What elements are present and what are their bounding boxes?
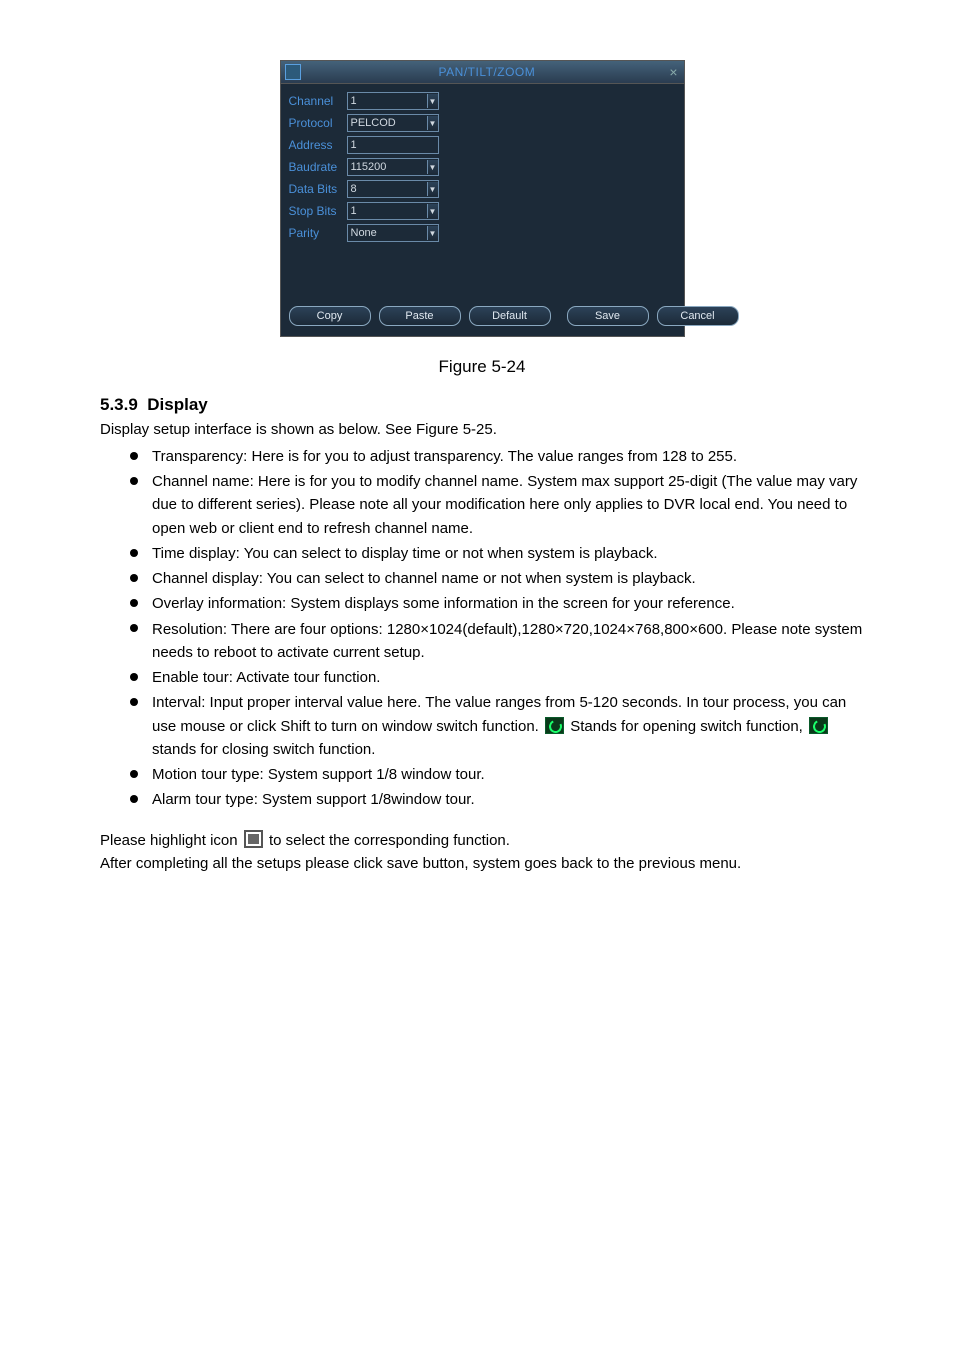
paste-button[interactable]: Paste bbox=[379, 306, 461, 326]
row-protocol: Protocol PELCOD ▼ bbox=[289, 114, 676, 132]
list-item: Channel display: You can select to chann… bbox=[130, 567, 864, 590]
bullet-list: Transparency: Here is for you to adjust … bbox=[100, 445, 864, 812]
protocol-value: PELCOD bbox=[351, 117, 396, 129]
section-title: Display bbox=[147, 395, 207, 414]
tail-para-1: Please highlight icon to select the corr… bbox=[100, 830, 864, 852]
list-item: Interval: Input proper interval value he… bbox=[130, 691, 864, 761]
list-item: Overlay information: System displays som… bbox=[130, 592, 864, 615]
list-item: Enable tour: Activate tour function. bbox=[130, 666, 864, 689]
save-button[interactable]: Save bbox=[567, 306, 649, 326]
tail-text: to select the corresponding function. bbox=[269, 832, 510, 849]
list-item: Alarm tour type: System support 1/8windo… bbox=[130, 788, 864, 811]
protocol-select[interactable]: PELCOD ▼ bbox=[347, 114, 439, 132]
checkbox-icon bbox=[244, 830, 263, 848]
row-channel: Channel 1 ▼ bbox=[289, 92, 676, 110]
dialog-button-row: Copy Paste Default Save Cancel bbox=[281, 300, 684, 336]
figure-caption: Figure 5-24 bbox=[100, 357, 864, 377]
chevron-down-icon: ▼ bbox=[427, 94, 438, 108]
intro-text: Display setup interface is shown as belo… bbox=[100, 419, 864, 441]
list-text: stands for closing switch function. bbox=[152, 741, 375, 758]
list-item: Time display: You can select to display … bbox=[130, 542, 864, 565]
section-number: 5.3.9 bbox=[100, 395, 138, 414]
chevron-down-icon: ▼ bbox=[427, 204, 438, 218]
databits-select[interactable]: 8 ▼ bbox=[347, 180, 439, 198]
list-item: Motion tour type: System support 1/8 win… bbox=[130, 763, 864, 786]
label-parity: Parity bbox=[289, 226, 347, 240]
baudrate-value: 115200 bbox=[351, 161, 387, 173]
stopbits-value: 1 bbox=[351, 205, 357, 217]
dialog-body: Channel 1 ▼ Protocol PELCOD ▼ Address bbox=[281, 84, 684, 300]
list-text: Stands for opening switch function, bbox=[570, 718, 807, 735]
chevron-down-icon: ▼ bbox=[427, 116, 438, 130]
parity-select[interactable]: None ▼ bbox=[347, 224, 439, 242]
parity-value: None bbox=[351, 227, 377, 239]
label-databits: Data Bits bbox=[289, 182, 347, 196]
label-stopbits: Stop Bits bbox=[289, 204, 347, 218]
row-parity: Parity None ▼ bbox=[289, 224, 676, 242]
channel-select[interactable]: 1 ▼ bbox=[347, 92, 439, 110]
chevron-down-icon: ▼ bbox=[427, 226, 438, 240]
stopbits-select[interactable]: 1 ▼ bbox=[347, 202, 439, 220]
tail-para-2: After completing all the setups please c… bbox=[100, 853, 864, 875]
address-input[interactable]: 1 bbox=[347, 136, 439, 154]
channel-value: 1 bbox=[351, 95, 357, 107]
label-protocol: Protocol bbox=[289, 116, 347, 130]
chevron-down-icon: ▼ bbox=[427, 182, 438, 196]
label-baudrate: Baudrate bbox=[289, 160, 347, 174]
switch-close-icon bbox=[809, 717, 828, 734]
copy-button[interactable]: Copy bbox=[289, 306, 371, 326]
dialog-titlebar: PAN/TILT/ZOOM × bbox=[281, 61, 684, 84]
row-baudrate: Baudrate 115200 ▼ bbox=[289, 158, 676, 176]
list-item: Channel name: Here is for you to modify … bbox=[130, 470, 864, 540]
dialog-title: PAN/TILT/ZOOM bbox=[307, 65, 668, 79]
label-channel: Channel bbox=[289, 94, 347, 108]
list-item: Resolution: There are four options: 1280… bbox=[130, 618, 864, 665]
row-databits: Data Bits 8 ▼ bbox=[289, 180, 676, 198]
section-heading: 5.3.9 Display bbox=[100, 395, 864, 415]
baudrate-select[interactable]: 115200 ▼ bbox=[347, 158, 439, 176]
label-address: Address bbox=[289, 138, 347, 152]
row-stopbits: Stop Bits 1 ▼ bbox=[289, 202, 676, 220]
address-value: 1 bbox=[351, 139, 357, 151]
tail-text: Please highlight icon bbox=[100, 832, 242, 849]
switch-open-icon bbox=[545, 717, 564, 734]
cancel-button[interactable]: Cancel bbox=[657, 306, 739, 326]
chevron-down-icon: ▼ bbox=[427, 160, 438, 174]
row-address: Address 1 bbox=[289, 136, 676, 154]
close-icon[interactable]: × bbox=[667, 64, 679, 80]
databits-value: 8 bbox=[351, 183, 357, 195]
list-item: Transparency: Here is for you to adjust … bbox=[130, 445, 864, 468]
default-button[interactable]: Default bbox=[469, 306, 551, 326]
ptz-dialog: PAN/TILT/ZOOM × Channel 1 ▼ Protocol PEL… bbox=[280, 60, 685, 337]
dialog-icon bbox=[285, 64, 301, 80]
